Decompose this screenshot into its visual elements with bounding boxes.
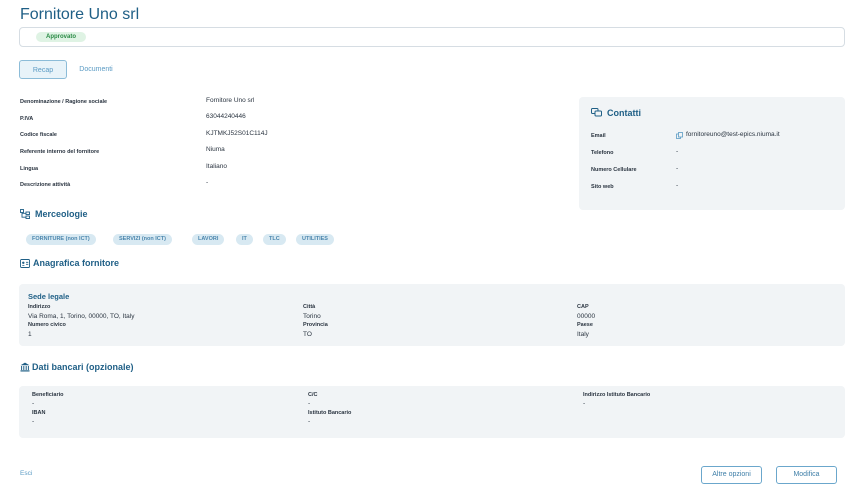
- contact-value-email[interactable]: fornitoreuno@test-epics.niuma.it: [686, 131, 780, 138]
- detail-value-ragione-sociale: Fornitore Uno srl: [206, 97, 255, 104]
- contact-label-telefono: Telefono: [591, 150, 614, 156]
- contact-label-cellulare: Numero Cellulare: [591, 167, 637, 173]
- bank-value-cc: -: [308, 400, 311, 407]
- sede-value-paese: Italy: [577, 331, 589, 338]
- sede-label-cap: CAP: [577, 304, 589, 310]
- tab-recap[interactable]: Recap: [19, 60, 67, 79]
- bank-value-indirizzo-istituto: -: [583, 400, 586, 407]
- id-card-icon: [20, 259, 30, 268]
- contact-value-telefono: -: [676, 148, 679, 155]
- sede-value-numero-civico: 1: [28, 331, 32, 338]
- detail-value-piva: 63044240446: [206, 113, 246, 120]
- bancari-title: Dati bancari (opzionale): [32, 362, 134, 372]
- bank-label-iban: IBAN: [32, 410, 46, 416]
- edit-button[interactable]: Modifica: [776, 466, 837, 484]
- sede-label-indirizzo: Indirizzo: [28, 304, 51, 310]
- sede-label-numero-civico: Numero civico: [28, 322, 66, 328]
- detail-label-piva: P.IVA: [20, 116, 34, 122]
- sede-legale-panel: Sede legale Indirizzo Via Roma, 1, Torin…: [19, 284, 845, 346]
- sede-legale-title: Sede legale: [28, 292, 70, 301]
- detail-label-referente: Referente interno del fornitore: [20, 149, 100, 155]
- sede-label-citta: Città: [303, 304, 316, 310]
- bank-label-indirizzo-istituto: Indirizzo Istituto Bancario: [583, 392, 651, 398]
- chip-tlc: TLC: [263, 234, 286, 245]
- exit-link[interactable]: Esci: [20, 470, 32, 477]
- sede-value-cap: 00000: [577, 313, 596, 320]
- detail-value-referente: Niuma: [206, 146, 225, 153]
- bank-value-istituto: -: [308, 418, 311, 425]
- chip-servizi: SERVIZI (non ICT): [113, 234, 172, 245]
- chip-it: IT: [236, 234, 253, 245]
- detail-label-ragione-sociale: Denominazione / Ragione sociale: [20, 99, 108, 105]
- more-options-button[interactable]: Altre opzioni: [701, 466, 762, 484]
- bank-value-iban: -: [32, 418, 35, 425]
- merceologie-title: Merceologie: [35, 209, 88, 219]
- chat-bubbles-icon: [591, 108, 602, 117]
- chip-forniture: FORNITURE (non ICT): [26, 234, 96, 245]
- sede-value-provincia: TO: [303, 331, 312, 338]
- page-title: Fornitore Uno srl: [20, 6, 140, 23]
- copy-icon[interactable]: [676, 132, 683, 139]
- status-badge: Approvato: [36, 32, 86, 42]
- contact-value-cellulare: -: [676, 165, 679, 172]
- tab-documenti[interactable]: Documenti: [74, 60, 118, 79]
- sede-label-provincia: Provincia: [303, 322, 328, 328]
- detail-label-lingua: Lingua: [20, 166, 39, 172]
- sede-value-indirizzo: Via Roma, 1, Torino, 00000, TO, Italy: [28, 313, 135, 320]
- sede-value-citta: Torino: [303, 313, 321, 320]
- contact-label-email: Email: [591, 133, 606, 139]
- detail-label-codice-fiscale: Codice fiscale: [20, 132, 57, 138]
- hierarchy-icon: [20, 209, 30, 219]
- contacts-card: Contatti Email fornitoreuno@test-epics.n…: [579, 97, 845, 210]
- contact-value-sito-web: -: [676, 182, 679, 189]
- bank-label-cc: C/C: [308, 392, 318, 398]
- detail-label-descrizione: Descrizione attività: [20, 182, 71, 188]
- chip-utilities: UTILITIES: [296, 234, 334, 245]
- anagrafica-title: Anagrafica fornitore: [33, 258, 120, 268]
- bank-label-beneficiario: Beneficiario: [32, 392, 64, 398]
- contact-label-sito-web: Sito web: [591, 184, 614, 190]
- bancari-panel: Beneficiario - C/C - Indirizzo Istituto …: [19, 386, 845, 438]
- detail-value-lingua: Italiano: [206, 163, 227, 170]
- chip-lavori: LAVORI: [192, 234, 225, 245]
- detail-value-descrizione: -: [206, 179, 209, 186]
- bank-value-beneficiario: -: [32, 400, 35, 407]
- detail-value-codice-fiscale: KJTMKJ52S01C114J: [206, 130, 268, 137]
- sede-label-paese: Paese: [577, 322, 593, 328]
- bank-label-istituto: Istituto Bancario: [308, 410, 352, 416]
- contacts-title: Contatti: [607, 108, 641, 118]
- bank-icon: [20, 362, 30, 372]
- status-bar: Approvato: [19, 27, 845, 47]
